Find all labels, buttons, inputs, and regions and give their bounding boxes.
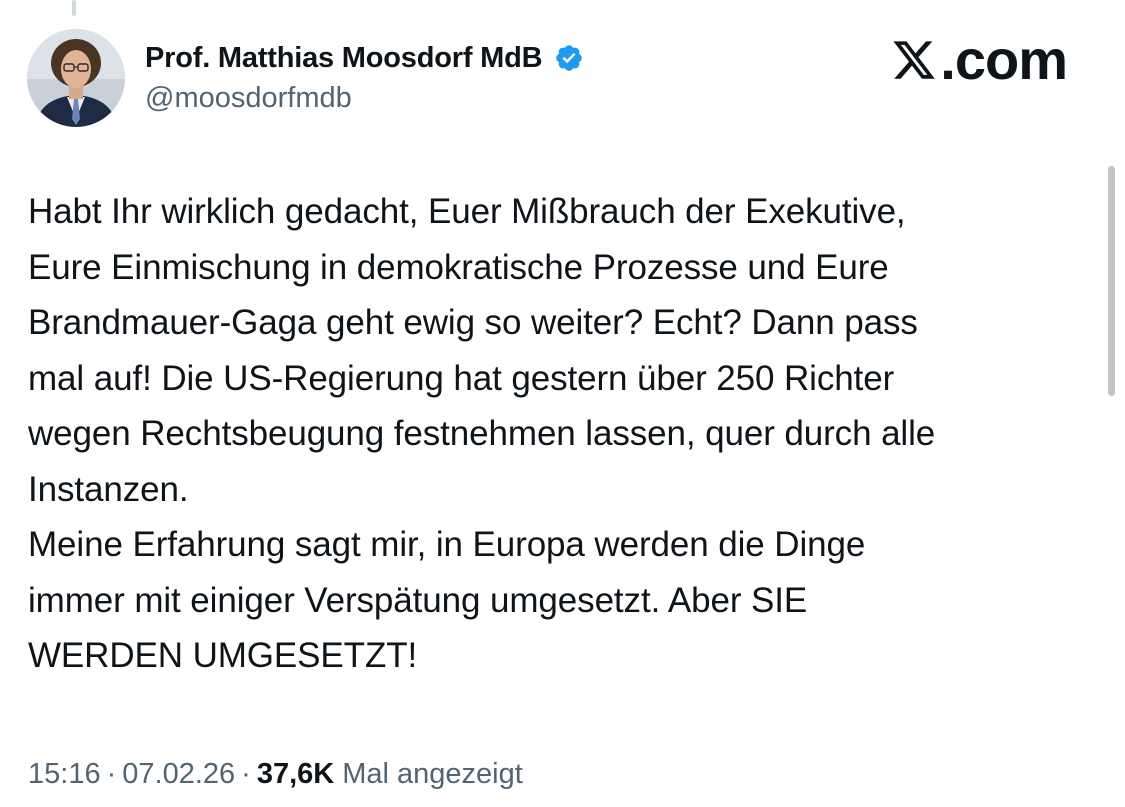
tweet-line: wegen Rechtsbeugung festnehmen lassen, q… [28,414,936,453]
view-count-label: Mal angezeigt [342,758,523,790]
tweet-line: WERDEN UMGESETZT! [28,636,418,675]
tweet-line: immer mit einiger Verspätung umgesetzt. … [28,580,808,620]
thread-connector-line [72,0,76,16]
tweet-line: Instanzen. [28,469,189,509]
tweet-text: Habt Ihr wirklich gedacht, Euer Mißbrauc… [28,184,1088,684]
tweet-line: mal auf! Die US-Regierung hat gestern üb… [28,358,895,398]
brand-domain-text: .com [940,28,1068,91]
tweet-line: Brandmauer-Gaga geht ewig so weiter? Ech… [28,303,918,342]
avatar[interactable] [27,29,125,127]
meta-separator: · [106,758,117,790]
meta-separator: · [241,758,251,790]
brand-watermark: .com [890,28,1068,92]
scrollbar[interactable] [1108,166,1115,396]
verified-badge-icon [554,43,584,73]
author-handle[interactable]: @moosdorfmdb [145,82,352,115]
tweet-line: Meine Erfahrung sagt mir, in Europa werd… [28,525,866,564]
author-display-name[interactable]: Prof. Matthias Moosdorf MdB [145,42,543,75]
tweet-time[interactable]: 15:16 [28,758,101,791]
x-logo-icon [890,37,938,83]
tweet-date[interactable]: 07.02.26 [122,758,235,791]
view-count[interactable]: 37,6K [257,758,334,791]
tweet-metadata: 15:16 · 07.02.26 · 37,6K Mal angezeigt [28,758,523,791]
author-name-row[interactable]: Prof. Matthias Moosdorf MdB [145,38,584,78]
avatar-portrait [27,29,125,127]
tweet-line: Habt Ihr wirklich gedacht, Euer Mißbrauc… [28,192,906,231]
tweet-line: Eure Einmischung in demokratische Prozes… [28,247,889,287]
